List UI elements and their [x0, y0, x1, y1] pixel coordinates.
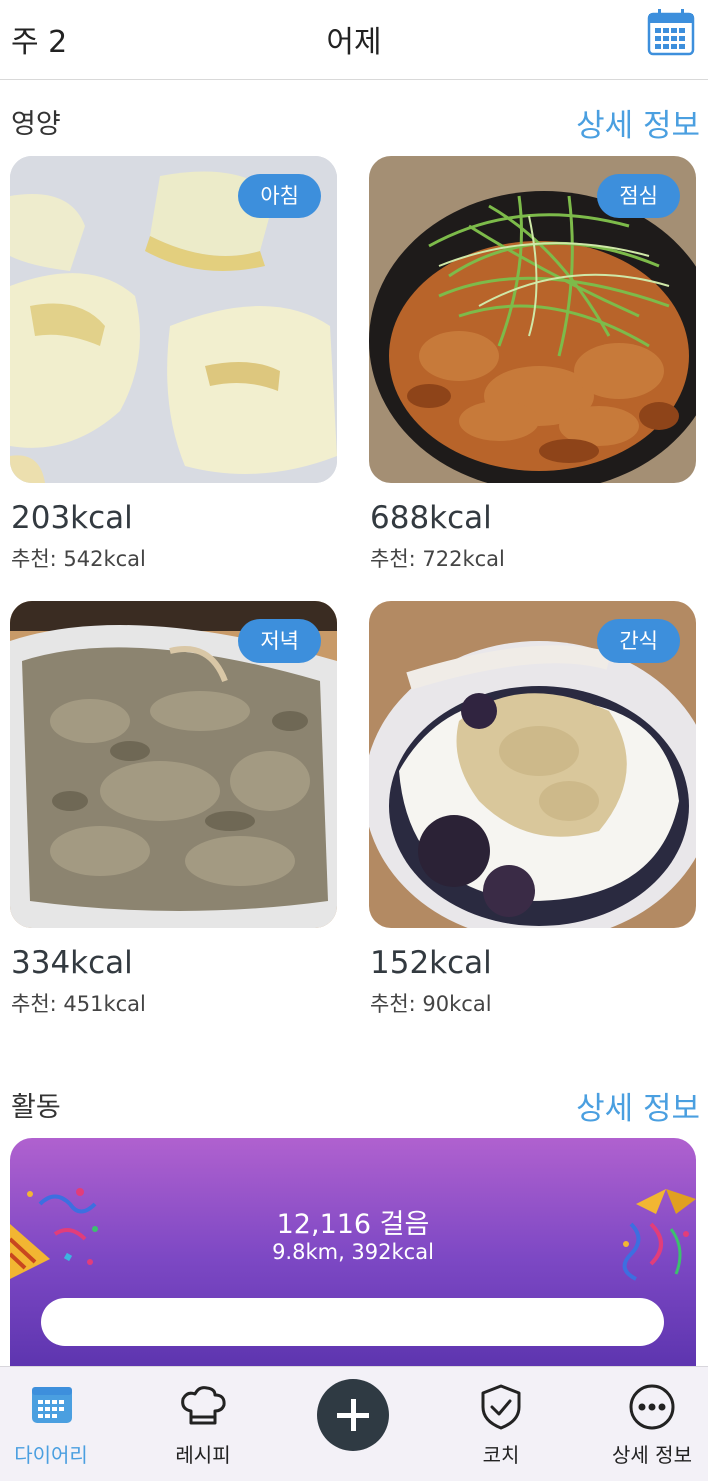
meal-recommended-lunch: 추천: 722kcal	[370, 547, 505, 571]
meal-recommended-dinner: 추천: 451kcal	[11, 992, 146, 1016]
top-bar: 주 2 어제	[0, 0, 708, 80]
dinner-photo[interactable]: 저녁	[10, 601, 337, 928]
breakfast-photo[interactable]: 아침	[10, 156, 337, 483]
steps-count: 12,116 걸음	[276, 1209, 430, 1240]
meal-badge-snack: 간식	[597, 619, 680, 663]
calendar-icon[interactable]	[646, 8, 696, 58]
activity-card[interactable]: 12,116 걸음 9.8km, 392kcal	[10, 1138, 696, 1378]
shield-check-icon	[477, 1383, 525, 1431]
more-icon	[628, 1383, 676, 1431]
tab-bar: 다이어리 레시피 코치 상세 정보	[0, 1366, 708, 1481]
meal-kcal-lunch: 688kcal	[370, 500, 492, 536]
tab-recipes[interactable]: 레시피	[132, 1367, 274, 1481]
add-button[interactable]	[317, 1379, 389, 1451]
activity-title: 활동	[11, 1092, 61, 1123]
meal-badge-dinner: 저녁	[238, 619, 321, 663]
meal-badge-lunch: 점심	[597, 174, 680, 218]
tab-more[interactable]: 상세 정보	[581, 1367, 708, 1481]
activity-detail-link[interactable]: 상세 정보	[576, 1083, 700, 1128]
snack-photo[interactable]: 간식	[369, 601, 696, 928]
nutrition-title: 영양	[11, 109, 61, 140]
calendar-icon	[30, 1383, 78, 1431]
meal-recommended-breakfast: 추천: 542kcal	[11, 547, 146, 571]
meal-kcal-dinner: 334kcal	[11, 945, 133, 981]
nutrition-detail-link[interactable]: 상세 정보	[576, 100, 700, 145]
steps-progress-bar	[41, 1298, 664, 1346]
meal-recommended-snack: 추천: 90kcal	[370, 992, 492, 1016]
lunch-photo[interactable]: 점심	[369, 156, 696, 483]
meal-kcal-snack: 152kcal	[370, 945, 492, 981]
meal-badge-breakfast: 아침	[238, 174, 321, 218]
meal-kcal-breakfast: 203kcal	[11, 500, 133, 536]
chef-hat-icon	[179, 1383, 227, 1431]
plus-icon	[337, 1399, 369, 1431]
activity-summary: 9.8km, 392kcal	[272, 1240, 434, 1264]
tab-label-recipes: 레시피	[175, 1443, 231, 1467]
tab-coach[interactable]: 코치	[430, 1367, 572, 1481]
day-title: 어제	[326, 25, 382, 60]
tab-diary[interactable]: 다이어리	[0, 1367, 142, 1481]
tab-label-more: 상세 정보	[612, 1443, 692, 1467]
tab-label-diary: 다이어리	[14, 1443, 88, 1467]
tab-label-coach: 코치	[482, 1443, 520, 1467]
